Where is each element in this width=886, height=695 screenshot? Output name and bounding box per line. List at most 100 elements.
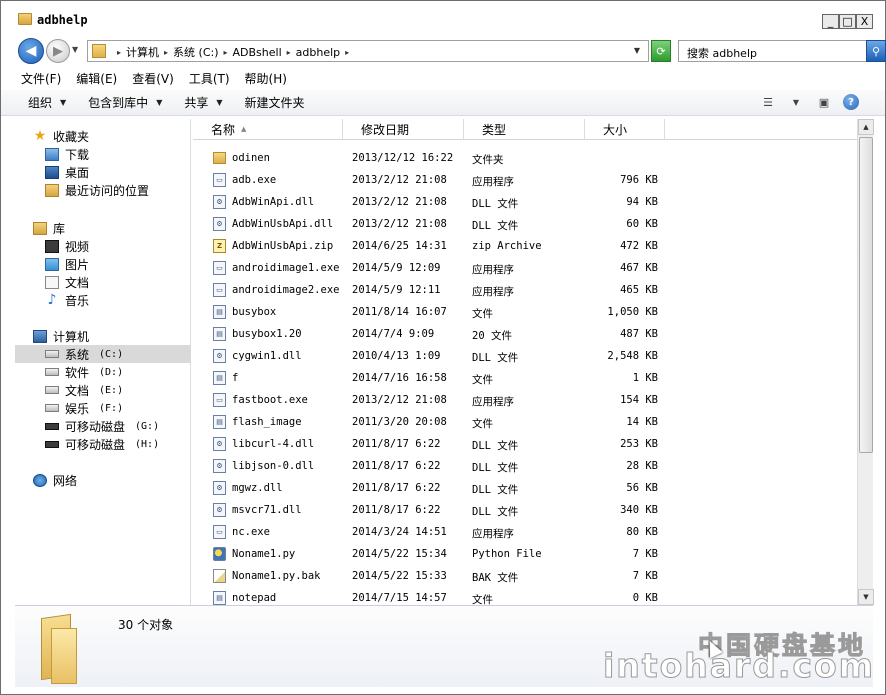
include-in-library-button[interactable]: 包含到库中 ▼: [88, 94, 162, 111]
search-icon[interactable]: ⚲: [866, 40, 886, 62]
nav-network[interactable]: 网络: [33, 471, 209, 489]
table-row[interactable]: ▤ f 2014/7/16 16:58 文件 1 KB: [193, 367, 857, 389]
dll-file-icon: ⚙: [213, 195, 226, 209]
table-row[interactable]: ▭ adb.exe 2013/2/12 21:08 应用程序 796 KB: [193, 169, 857, 191]
file-date: 2013/2/12 21:08: [352, 394, 447, 406]
scroll-up-icon[interactable]: ▲: [858, 119, 874, 135]
file-date: 2011/8/17 6:22: [352, 482, 441, 494]
column-type-label: 类型: [482, 122, 507, 137]
chevron-down-icon[interactable]: ▼: [634, 46, 640, 55]
nav-drive-c[interactable]: 系统 (C:): [15, 345, 191, 363]
chevron-right-icon[interactable]: ▸: [287, 48, 291, 57]
breadcrumb-adbshell[interactable]: ADBshell: [233, 46, 282, 59]
column-name[interactable]: 名称 ▲: [193, 119, 343, 139]
breadcrumb-drive-c[interactable]: 系统 (C:): [173, 44, 218, 60]
table-row[interactable]: Z AdbWinUsbApi.zip 2014/6/25 14:31 zip Arch…: [193, 235, 857, 257]
minimize-button[interactable]: _: [822, 14, 839, 29]
new-folder-button[interactable]: 新建文件夹: [245, 94, 305, 111]
chevron-right-icon[interactable]: ▸: [164, 48, 168, 57]
chevron-down-icon[interactable]: ▼: [787, 94, 805, 110]
menu-edit[interactable]: 编辑(E): [76, 70, 117, 87]
file-type: 文件夹: [472, 154, 504, 166]
organize-button[interactable]: 组织 ▼: [28, 94, 66, 111]
view-options-icon[interactable]: ☰: [759, 94, 777, 110]
preview-pane-icon[interactable]: ▣: [815, 94, 833, 110]
forward-button[interactable]: ▶: [46, 39, 70, 63]
table-row[interactable]: ⚙ AdbWinApi.dll 2013/2/12 21:08 DLL 文件 94 KB: [193, 191, 857, 213]
file-name: f: [232, 372, 239, 384]
nav-libraries[interactable]: 库: [33, 219, 209, 237]
music-icon: ♪: [47, 292, 57, 308]
table-row[interactable]: ▭ androidimage2.exe 2014/5/9 12:11 应用程序 465 …: [193, 279, 857, 301]
breadcrumb-adbhelp[interactable]: adbhelp: [296, 46, 340, 59]
menu-view[interactable]: 查看(V): [132, 70, 174, 87]
table-row[interactable]: ▭ nc.exe 2014/3/24 14:51 应用程序 80 KB: [193, 521, 857, 543]
folder-icon: [37, 613, 85, 684]
share-button[interactable]: 共享 ▼: [184, 94, 222, 111]
table-row[interactable]: ⚙ AdbWinUsbApi.dll 2013/2/12 21:08 DLL 文件 60…: [193, 213, 857, 235]
file-name: libjson-0.dll: [232, 460, 315, 472]
recent-pages-dropdown[interactable]: ▼: [72, 45, 78, 54]
file-size: 340 KB: [620, 504, 658, 516]
table-row[interactable]: ⚙ msvcr71.dll 2011/8/17 6:22 DLL 文件 340 KB: [193, 499, 857, 521]
file-name: busybox1.20: [232, 328, 302, 340]
maximize-button[interactable]: □: [839, 14, 856, 29]
table-row[interactable]: Noname1.py 2014/5/22 15:34 Python File 7 KB: [193, 543, 857, 565]
table-row[interactable]: ▤ busybox1.20 2014/7/4 9:09 20 文件 487 KB: [193, 323, 857, 345]
breadcrumb-computer[interactable]: 计算机: [126, 44, 159, 60]
nav-item-label: 文档: [65, 275, 90, 290]
file-size: 472 KB: [620, 240, 658, 252]
close-button[interactable]: X: [856, 14, 873, 29]
file-name: adb.exe: [232, 174, 277, 186]
table-row[interactable]: ▤ busybox 2011/8/14 16:07 文件 1,050 KB: [193, 301, 857, 323]
table-row[interactable]: ⚙ libcurl-4.dll 2011/8/17 6:22 DLL 文件 253 KB: [193, 433, 857, 455]
table-row[interactable]: ▤ flash_image 2011/3/20 20:08 文件 14 KB: [193, 411, 857, 433]
file-file-icon: ▤: [213, 591, 226, 605]
column-size[interactable]: 大小: [585, 119, 665, 139]
nav-item-label: 桌面: [65, 165, 90, 180]
help-icon[interactable]: ?: [843, 94, 859, 110]
search-input[interactable]: 搜索 adbhelp ⚲: [678, 40, 886, 62]
file-size: 487 KB: [620, 328, 658, 340]
table-row[interactable]: ⚙ libjson-0.dll 2011/8/17 6:22 DLL 文件 28 KB: [193, 455, 857, 477]
table-row[interactable]: ▭ fastboot.exe 2013/2/12 21:08 应用程序 154 KB: [193, 389, 857, 411]
nav-favorites[interactable]: ★ 收藏夹: [33, 127, 209, 145]
menu-tools[interactable]: 工具(T): [189, 70, 230, 87]
address-box[interactable]: ▸ 计算机 ▸ 系统 (C:) ▸ ADBshell ▸ adbhelp ▸ ▼: [87, 40, 649, 62]
star-icon: ★: [33, 128, 47, 144]
exe-file-icon: ▭: [213, 283, 226, 297]
column-modified[interactable]: 修改日期: [343, 119, 464, 139]
vertical-scrollbar[interactable]: ▲ ▼: [857, 119, 874, 605]
dll-file-icon: ⚙: [213, 217, 226, 231]
navigation-pane: ★ 收藏夹 下载 桌面 最近访问的位置 库 视频 图片 文档 ♪ 音乐 计算机 …: [15, 119, 191, 605]
table-row[interactable]: ⚙ cygwin1.dll 2010/4/13 1:09 DLL 文件 2,548 KB: [193, 345, 857, 367]
refresh-button[interactable]: ⟳: [651, 40, 671, 62]
table-row[interactable]: ▤ notepad 2014/7/15 14:57 文件 0 KB: [193, 587, 857, 605]
nav-drive-letter: (D:): [99, 366, 124, 378]
view-controls: ☰ ▼ ▣ ?: [749, 94, 859, 110]
table-row[interactable]: Noname1.py.bak 2014/5/22 15:33 BAK 文件 7 KB: [193, 565, 857, 587]
file-type: 应用程序: [472, 528, 514, 540]
back-button[interactable]: ◀: [18, 38, 44, 64]
table-row[interactable]: ▭ androidimage1.exe 2014/5/9 12:09 应用程序 467 …: [193, 257, 857, 279]
table-row[interactable]: ⚙ mgwz.dll 2011/8/17 6:22 DLL 文件 56 KB: [193, 477, 857, 499]
column-type[interactable]: 类型: [464, 119, 585, 139]
chevron-down-icon: ▼: [216, 98, 223, 107]
file-date: 2011/8/14 16:07: [352, 306, 447, 318]
file-date: 2014/3/24 14:51: [352, 526, 447, 538]
chevron-right-icon[interactable]: ▸: [117, 48, 121, 57]
menu-file[interactable]: 文件(F): [21, 70, 61, 87]
hard-drive-icon: [45, 350, 59, 358]
scrollbar-thumb[interactable]: [859, 137, 873, 453]
file-size: 80 KB: [626, 526, 658, 538]
arrow-left-icon: ◀: [25, 43, 37, 59]
nav-drive-letter: (E:): [99, 384, 124, 396]
menu-help[interactable]: 帮助(H): [245, 70, 287, 87]
chevron-right-icon[interactable]: ▸: [345, 48, 349, 57]
chevron-right-icon[interactable]: ▸: [224, 48, 228, 57]
scroll-down-icon[interactable]: ▼: [858, 589, 874, 605]
command-bar: 组织 ▼ 包含到库中 ▼ 共享 ▼ 新建文件夹 ☰ ▼ ▣ ?: [1, 90, 885, 116]
nav-computer[interactable]: 计算机: [33, 327, 209, 345]
hard-drive-icon: [45, 368, 59, 376]
table-row[interactable]: odinen 2013/12/12 16:22 文件夹: [193, 147, 857, 169]
